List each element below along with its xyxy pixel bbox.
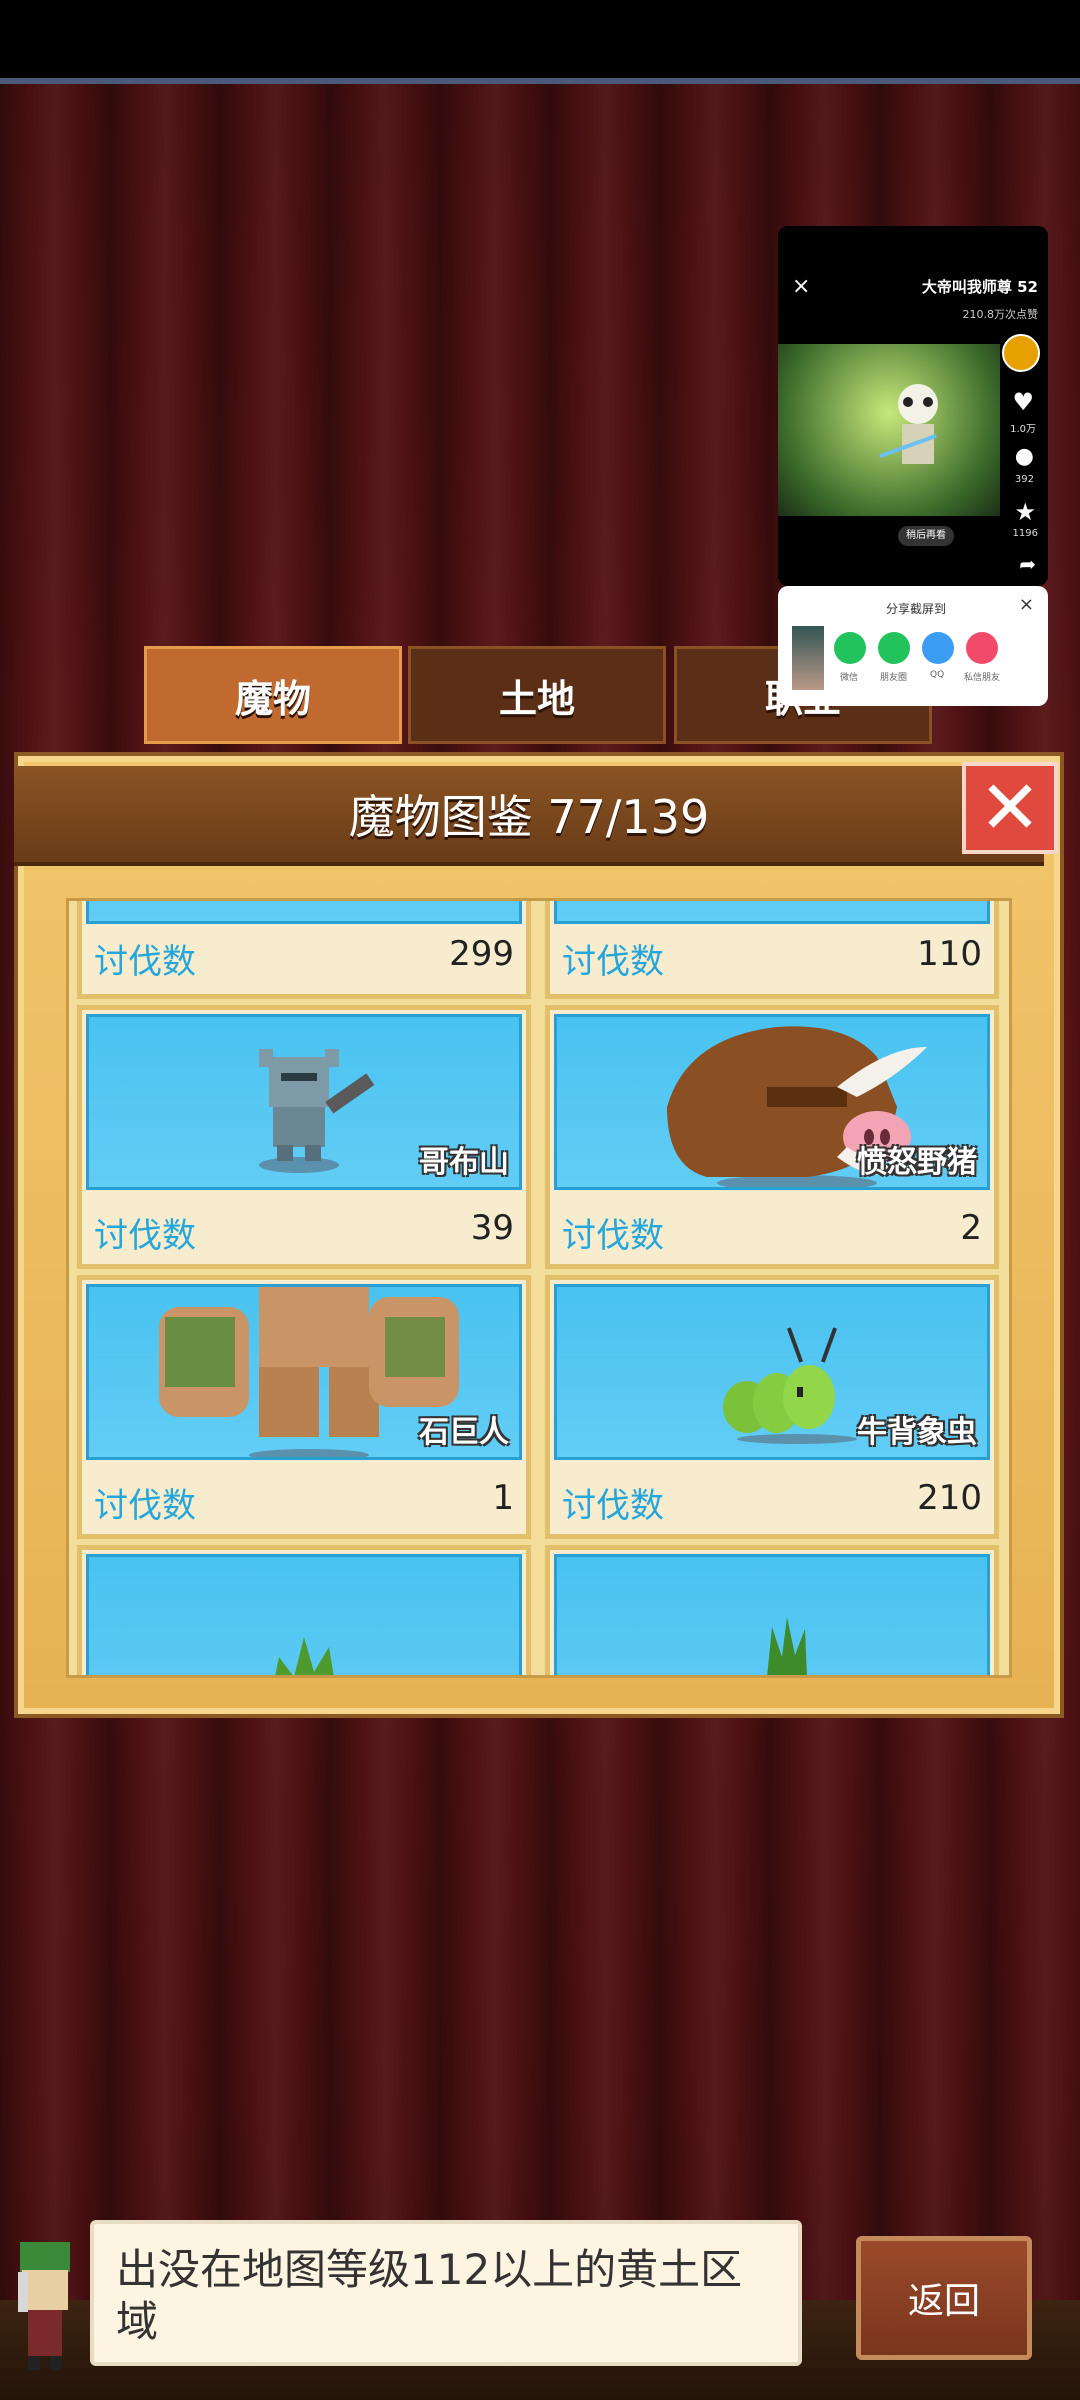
monster-card[interactable] xyxy=(545,1545,999,1675)
kill-count-value: 110 xyxy=(917,934,982,974)
tab-land[interactable]: 土地 xyxy=(408,646,666,744)
monster-card[interactable] xyxy=(77,1545,531,1675)
hint-text-box: 出没在地图等级112以上的黄土区域 xyxy=(90,2220,802,2366)
monster-name: 牛背象虫 xyxy=(857,1415,977,1450)
monster-card[interactable]: 讨伐数 299 xyxy=(77,901,531,999)
monster-card-weevil[interactable]: 牛背象虫 讨伐数 210 xyxy=(545,1275,999,1539)
monster-art xyxy=(86,901,522,924)
back-button[interactable]: 返回 xyxy=(856,2236,1032,2360)
screenshot-thumbnail xyxy=(792,626,824,690)
floating-video-window[interactable]: × 大帝叫我师尊 52 210.8万次点赞 ♥ 1.0万 ● 392 ★ 119… xyxy=(778,226,1048,586)
kill-count-label: 讨伐数 xyxy=(562,942,664,982)
creator-avatar[interactable] xyxy=(1002,334,1040,372)
close-icon[interactable]: × xyxy=(792,274,810,299)
close-icon[interactable]: × xyxy=(1019,594,1034,615)
share-title: 分享截屏到 xyxy=(886,602,947,616)
kill-count-value: 210 xyxy=(917,1478,982,1518)
kill-count-value: 39 xyxy=(470,1208,514,1248)
wechat-icon[interactable] xyxy=(834,632,866,664)
monster-name: 哥布山 xyxy=(419,1145,509,1180)
star-count: 1196 xyxy=(1012,528,1038,539)
share-label-message: 私信朋友 xyxy=(964,673,1001,683)
kill-count-label: 讨伐数 xyxy=(94,942,196,982)
monster-art: 牛背象虫 xyxy=(554,1284,990,1460)
watch-later-button[interactable]: 稍后再看 xyxy=(898,526,954,546)
monster-card-stone-giant[interactable]: 石巨人 讨伐数 1 xyxy=(77,1275,531,1539)
monster-card-angry-boar[interactable]: 愤怒野猪 讨伐数 2 xyxy=(545,1005,999,1269)
comment-icon[interactable]: ● xyxy=(1015,444,1034,469)
tab-monsters[interactable]: 魔物 xyxy=(144,646,402,744)
monster-grid[interactable]: 讨伐数 299 讨伐数 110 哥布山 讨伐数 39 愤怒野猪 讨伐数 2 石巨… xyxy=(66,898,1012,1678)
video-likes-total: 210.8万次点赞 xyxy=(962,308,1039,321)
monster-card[interactable]: 讨伐数 110 xyxy=(545,901,999,999)
goblin-sprite-icon xyxy=(259,1049,375,1173)
star-icon[interactable]: ★ xyxy=(1014,498,1036,526)
kill-count-label: 讨伐数 xyxy=(94,1216,196,1256)
close-icon: ✕ xyxy=(978,765,1041,851)
panel-title-text: 魔物图鉴 77/139 xyxy=(348,790,710,844)
kill-count-label: 讨伐数 xyxy=(562,1216,664,1256)
monster-art xyxy=(86,1554,522,1675)
back-button-label: 返回 xyxy=(907,2281,980,2322)
character-avatar-icon xyxy=(18,2242,70,2370)
mandrake-sprite-icon xyxy=(767,1617,807,1675)
caterpillar-sprite-icon xyxy=(723,1327,857,1444)
monster-art xyxy=(554,901,990,924)
panda-character-icon xyxy=(879,384,938,464)
heart-icon[interactable]: ♥ xyxy=(1012,388,1034,416)
monster-card-goblin[interactable]: 哥布山 讨伐数 39 xyxy=(77,1005,531,1269)
hint-text: 出没在地图等级112以上的黄土区域 xyxy=(116,2245,743,2346)
share-sheet: 分享截屏到 × 微信 朋友圈 QQ 私信朋友 xyxy=(778,586,1048,706)
video-frame xyxy=(778,344,1000,516)
monster-name: 愤怒野猪 xyxy=(857,1145,977,1180)
qq-icon[interactable] xyxy=(922,632,954,664)
send-icon[interactable] xyxy=(966,632,998,664)
share-label-qq: QQ xyxy=(930,670,945,680)
kill-count-label: 讨伐数 xyxy=(94,1486,196,1526)
monster-art xyxy=(554,1554,990,1675)
share-icon[interactable]: ➦ xyxy=(1019,552,1036,576)
monster-name: 石巨人 xyxy=(419,1415,509,1450)
video-title: 大帝叫我师尊 52 xyxy=(921,278,1038,296)
moments-icon[interactable] xyxy=(878,632,910,664)
kill-count-value: 299 xyxy=(449,934,514,974)
monster-art: 愤怒野猪 xyxy=(554,1014,990,1190)
close-button[interactable]: ✕ xyxy=(962,762,1058,854)
panel-title: 魔物图鉴 77/139 xyxy=(14,766,1044,866)
share-label-moments: 朋友圈 xyxy=(880,673,908,683)
like-count: 1.0万 xyxy=(1010,424,1036,435)
kill-count-label: 讨伐数 xyxy=(562,1486,664,1526)
plant-sprite-icon xyxy=(275,1637,334,1675)
status-bar xyxy=(0,0,1080,84)
kill-count-value: 1 xyxy=(492,1478,514,1518)
monster-art: 哥布山 xyxy=(86,1014,522,1190)
share-label-wechat: 微信 xyxy=(840,673,859,683)
comment-count: 392 xyxy=(1014,474,1034,485)
monster-art: 石巨人 xyxy=(86,1284,522,1460)
kill-count-value: 2 xyxy=(960,1208,982,1248)
